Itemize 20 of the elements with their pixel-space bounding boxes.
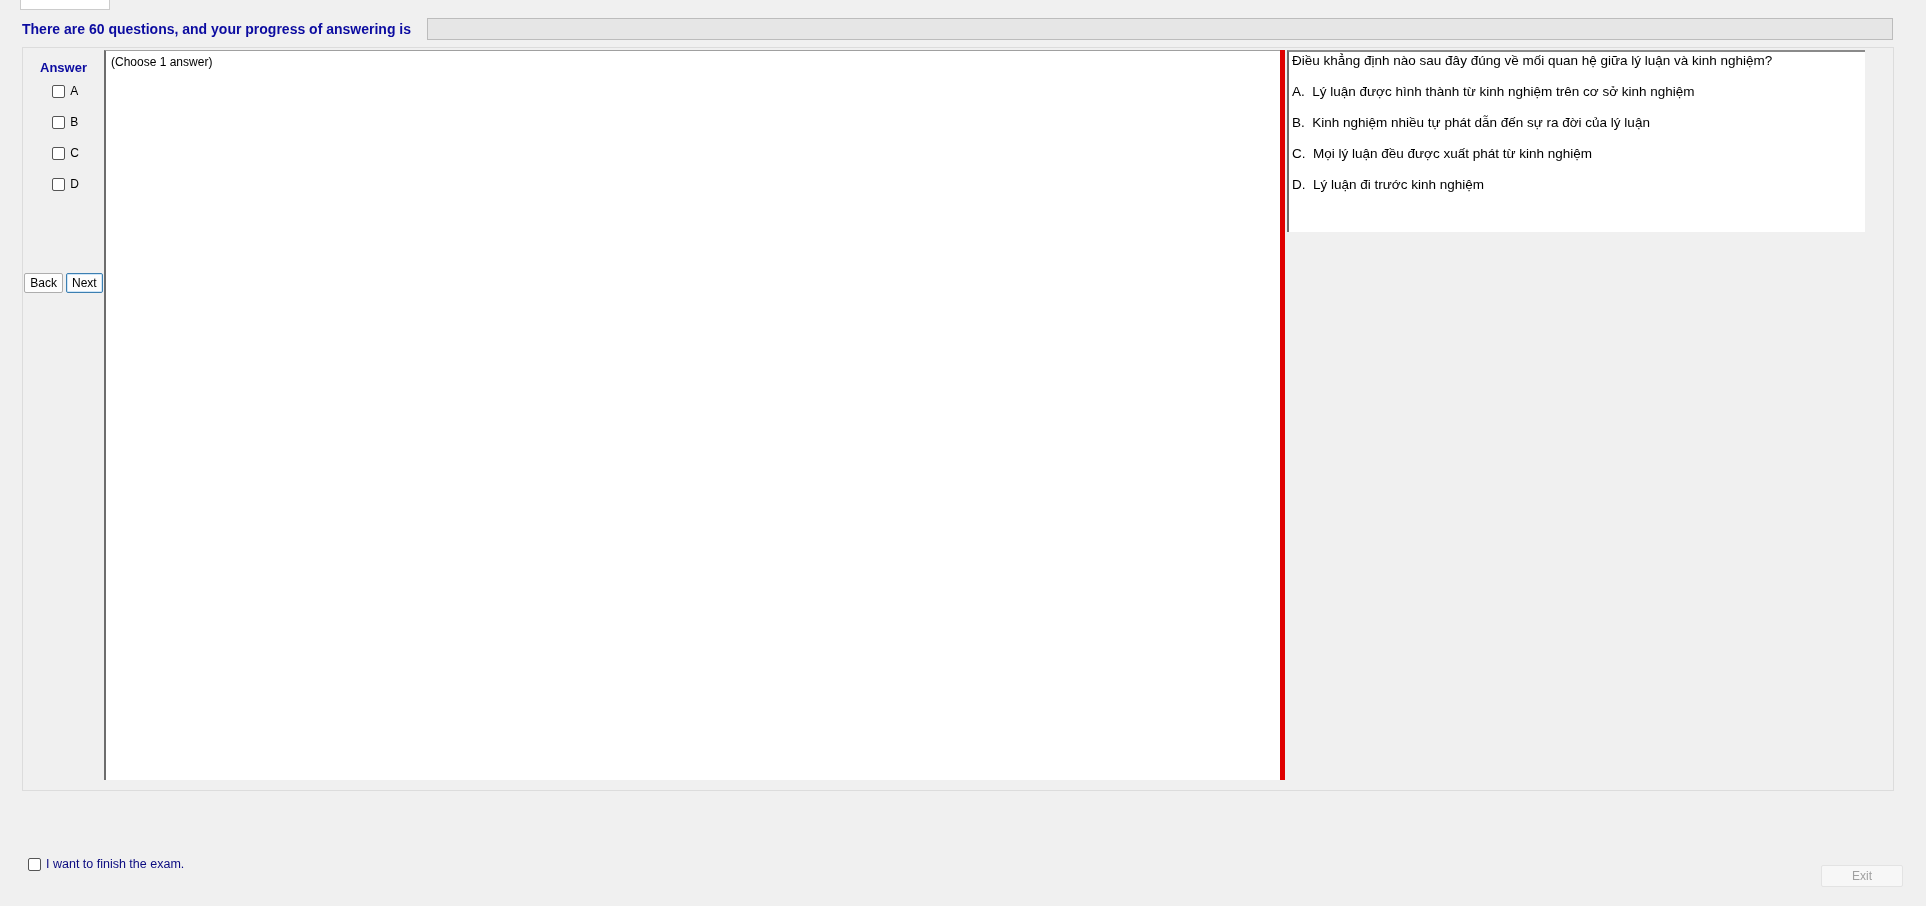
checkbox-label: A	[70, 84, 79, 98]
checkbox-label: B	[70, 115, 79, 129]
progress-caption: There are 60 questions, and your progress of answering is	[22, 21, 411, 37]
choice-text: B. Kinh nghiệm nhiều tự phát dẫn đến sự ra đời của lý luận	[1292, 115, 1651, 130]
nav-button[interactable]: Back	[24, 273, 63, 293]
instruction-text: (Choose 1 answer)	[111, 55, 213, 69]
checkbox[interactable]	[28, 857, 41, 871]
answer-heading: Answer	[40, 60, 87, 75]
choice-text: A. Lý luận được hình thành từ kinh nghiệm trên cơ sở kinh nghiệm	[1292, 84, 1696, 99]
choice-text: D. Lý luận đi trước kinh nghiệm	[1292, 177, 1485, 192]
checkbox[interactable]	[52, 146, 66, 160]
checkbox[interactable]	[52, 177, 66, 191]
checkbox[interactable]	[52, 115, 66, 129]
checkbox-label: C	[70, 146, 79, 160]
choice-text: C. Mọi lý luận đều được xuất phát từ kinh nghiệm	[1292, 146, 1594, 161]
checkbox-label: I want to finish the exam.	[46, 857, 185, 871]
checkbox-label: D	[70, 177, 79, 191]
checkbox[interactable]	[52, 84, 66, 98]
question-text: Điều khẳng định nào sau đây đúng về mối quan hệ giữa lý luận và kinh nghiệm?	[1292, 53, 1774, 68]
nav-button[interactable]: Next	[66, 273, 103, 293]
